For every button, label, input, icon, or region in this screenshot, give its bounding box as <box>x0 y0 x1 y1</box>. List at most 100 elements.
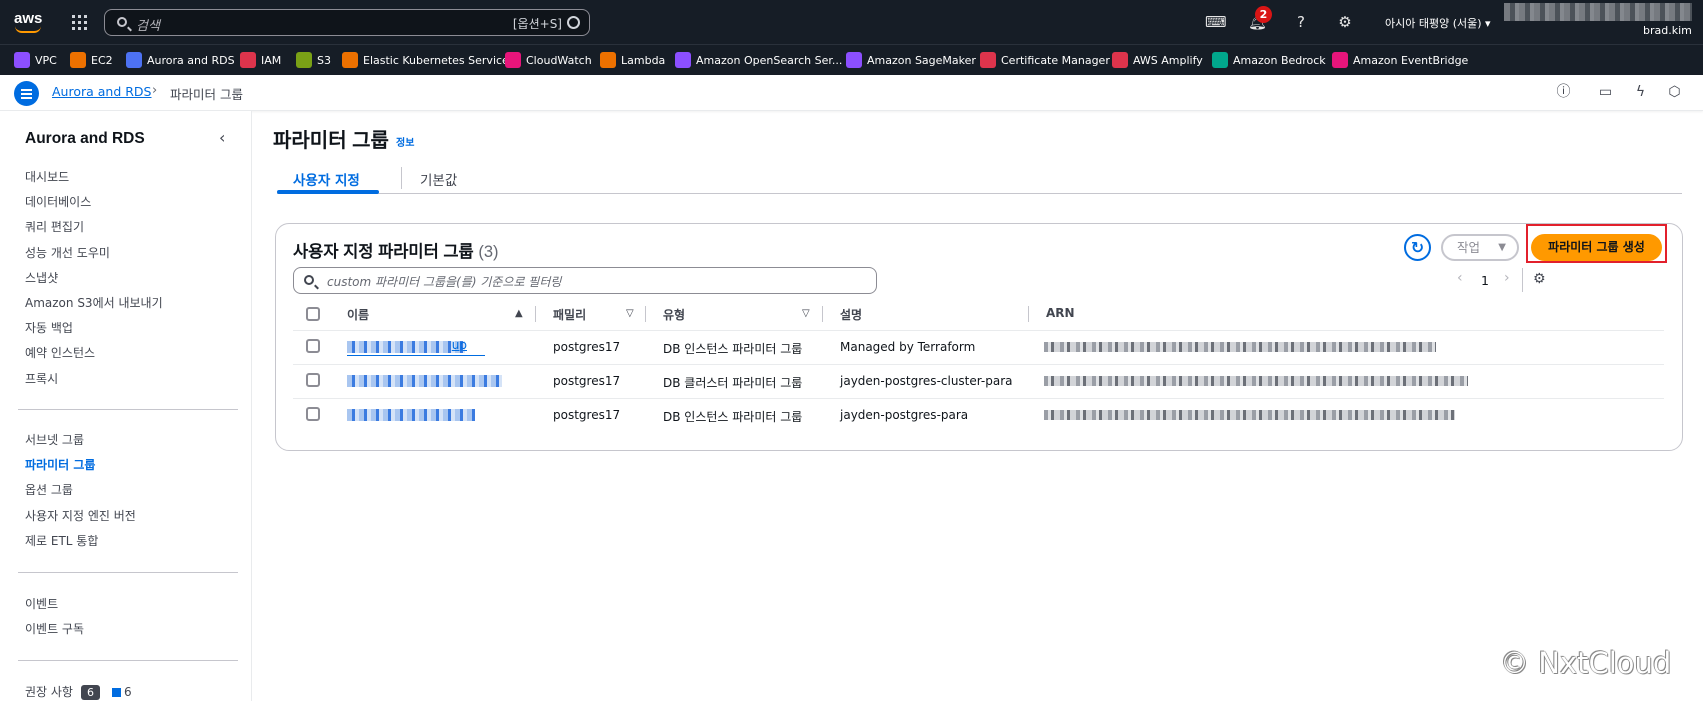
aws-logo[interactable]: aws <box>14 10 46 34</box>
sidebar-item-group1-6[interactable]: 자동 백업 <box>25 319 73 336</box>
row-checkbox[interactable] <box>306 339 320 353</box>
create-parameter-group-button[interactable]: 파라미터 그룹 생성 <box>1531 234 1662 261</box>
side-nav-toggle-button[interactable] <box>14 81 39 106</box>
caret-down-icon: ▼ <box>1498 242 1506 253</box>
favorite-aurora-and-rds[interactable]: Aurora and RDS <box>126 51 235 69</box>
info-link[interactable]: 정보 <box>396 134 414 149</box>
service-icon <box>70 52 86 68</box>
column-header-type[interactable]: 유형 <box>663 306 685 323</box>
side-navigation: Aurora and RDS ‹ 대시보드 데이터베이스 쿼리 편집기 성능 개선 도… <box>0 111 252 701</box>
breadcrumb-root-link[interactable]: Aurora and RDS <box>52 84 152 99</box>
sidebar-item-group1-2[interactable]: 쿼리 편집기 <box>25 218 84 235</box>
sidebar-divider <box>18 409 238 410</box>
assistant-icon[interactable]: ⬡ <box>1666 84 1683 101</box>
select-all-checkbox[interactable] <box>306 307 320 321</box>
refresh-button[interactable]: ↻ <box>1404 234 1431 261</box>
cloudshell-icon[interactable]: ⌨ <box>1205 13 1227 31</box>
service-icon <box>600 52 616 68</box>
services-grid-icon[interactable] <box>72 15 87 30</box>
favorite-aws-amplify[interactable]: AWS Amplify <box>1112 51 1203 69</box>
sort-icon[interactable]: ▽ <box>802 308 810 319</box>
search-input[interactable]: 검색 [옵션+S] <box>104 9 590 36</box>
sidebar-item-group1-4[interactable]: 스냅샷 <box>25 269 58 286</box>
previous-page-icon[interactable]: ‹ <box>1457 270 1463 286</box>
row-checkbox[interactable] <box>306 407 320 421</box>
settings-gear-icon[interactable]: ⚙ <box>1336 13 1354 31</box>
favorite-iam[interactable]: IAM <box>240 51 281 69</box>
column-header-arn[interactable]: ARN <box>1046 306 1075 320</box>
parameter-group-name-link-redacted[interactable] <box>347 375 502 387</box>
favorite-vpc[interactable]: VPC <box>14 51 57 69</box>
account-id-redacted <box>1504 3 1692 21</box>
column-divider[interactable] <box>822 306 823 322</box>
region-selector[interactable]: 아시아 태평양 (서울) ▾ <box>1385 15 1491 31</box>
favorite-amazon-opensearch-ser[interactable]: Amazon OpenSearch Ser... <box>675 51 842 69</box>
type-cell: DB 인스턴스 파라미터 그룹 <box>663 342 803 356</box>
filter-input[interactable]: custom 파라미터 그룹을(를) 기준으로 필터링 <box>293 267 877 294</box>
column-header-description[interactable]: 설명 <box>840 306 862 323</box>
row-divider <box>293 364 1664 365</box>
favorite-certificate-manager[interactable]: Certificate Manager <box>980 51 1110 69</box>
search-icon <box>304 275 314 285</box>
favorite-cloudwatch[interactable]: CloudWatch <box>505 51 592 69</box>
table-count: (3) <box>478 243 499 261</box>
tab-custom[interactable]: 사용자 지정 <box>293 169 360 189</box>
favorite-label: Amazon EventBridge <box>1353 53 1469 67</box>
service-icon <box>505 52 521 68</box>
favorite-elastic-kubernetes-service[interactable]: Elastic Kubernetes Service <box>342 51 509 69</box>
row-checkbox[interactable] <box>306 373 320 387</box>
favorite-amazon-sagemaker[interactable]: Amazon SageMaker <box>846 51 976 69</box>
sidebar-item-group1-1[interactable]: 데이터베이스 <box>25 193 91 210</box>
parameter-group-name-link-redacted[interactable] <box>347 409 475 421</box>
sidebar-item-group2-3[interactable]: 사용자 지정 엔진 버전 <box>25 507 136 524</box>
service-icon <box>1332 52 1348 68</box>
sidebar-item-group1-8[interactable]: 프록시 <box>25 370 58 387</box>
tab-list: 사용자 지정 기본값 <box>277 159 1682 194</box>
sidebar-item-group2-1[interactable]: 파라미터 그룹 <box>25 456 95 473</box>
column-divider[interactable] <box>1028 306 1029 322</box>
watermark: © NxtCloud <box>1500 646 1672 680</box>
next-page-icon[interactable]: › <box>1504 270 1510 286</box>
service-icon <box>980 52 996 68</box>
sidebar-item-group3-0[interactable]: 이벤트 <box>25 595 58 612</box>
sort-ascending-icon[interactable]: ▲ <box>515 308 523 319</box>
favorite-label: S3 <box>317 53 331 67</box>
service-icon <box>296 52 312 68</box>
sidebar-item-group1-7[interactable]: 예약 인스턴스 <box>25 344 95 361</box>
row-divider <box>293 398 1664 399</box>
favorite-ec2[interactable]: EC2 <box>70 51 113 69</box>
info-panel-icon[interactable]: ⓘ <box>1555 84 1572 101</box>
sort-icon[interactable]: ▽ <box>626 308 634 319</box>
column-divider[interactable] <box>645 306 646 322</box>
page-number[interactable]: 1 <box>1481 273 1489 288</box>
table-preferences-gear-icon[interactable]: ⚙ <box>1533 271 1549 287</box>
sidebar-item-group1-0[interactable]: 대시보드 <box>25 168 69 185</box>
feedback-icon[interactable]: ▭ <box>1597 84 1614 101</box>
sidebar-item-group2-2[interactable]: 옵션 그룹 <box>25 481 73 498</box>
actions-dropdown-button[interactable]: 작업 ▼ <box>1441 234 1519 261</box>
favorite-lambda[interactable]: Lambda <box>600 51 665 69</box>
column-header-family[interactable]: 패밀리 <box>553 306 586 323</box>
sidebar-item-group2-4[interactable]: 제로 ETL 통합 <box>25 532 98 549</box>
username[interactable]: brad.kim <box>1643 24 1692 37</box>
help-icon[interactable]: ? <box>1292 13 1310 31</box>
parameter-group-name-link-redacted[interactable]: up <box>347 338 467 353</box>
tab-default[interactable]: 기본값 <box>420 169 457 189</box>
search-shortcut: [옵션+S] <box>512 17 562 31</box>
sidebar-item-recommendations[interactable]: 권장 사항 6 6 <box>25 683 132 700</box>
sidebar-item-group2-0[interactable]: 서브넷 그룹 <box>25 431 84 448</box>
main-content: 파라미터 그룹 정보 사용자 지정 기본값 사용자 지정 파라미터 그룹 (3)… <box>253 111 1703 701</box>
sidebar-item-group1-5[interactable]: Amazon S3에서 내보내기 <box>25 294 163 311</box>
tab-divider <box>401 167 402 189</box>
ai-assistant-icon[interactable] <box>567 16 580 29</box>
sidebar-item-group1-3[interactable]: 성능 개선 도우미 <box>25 244 110 261</box>
favorite-label: CloudWatch <box>526 53 592 67</box>
collapse-sidebar-icon[interactable]: ‹ <box>219 128 225 147</box>
favorite-s3[interactable]: S3 <box>296 51 331 69</box>
column-header-name[interactable]: 이름 <box>347 306 369 323</box>
column-divider[interactable] <box>535 306 536 322</box>
sidebar-item-group3-1[interactable]: 이벤트 구독 <box>25 620 84 637</box>
favorite-amazon-eventbridge[interactable]: Amazon EventBridge <box>1332 51 1468 69</box>
quick-actions-icon[interactable]: ϟ <box>1632 84 1649 101</box>
favorite-amazon-bedrock[interactable]: Amazon Bedrock <box>1212 51 1326 69</box>
